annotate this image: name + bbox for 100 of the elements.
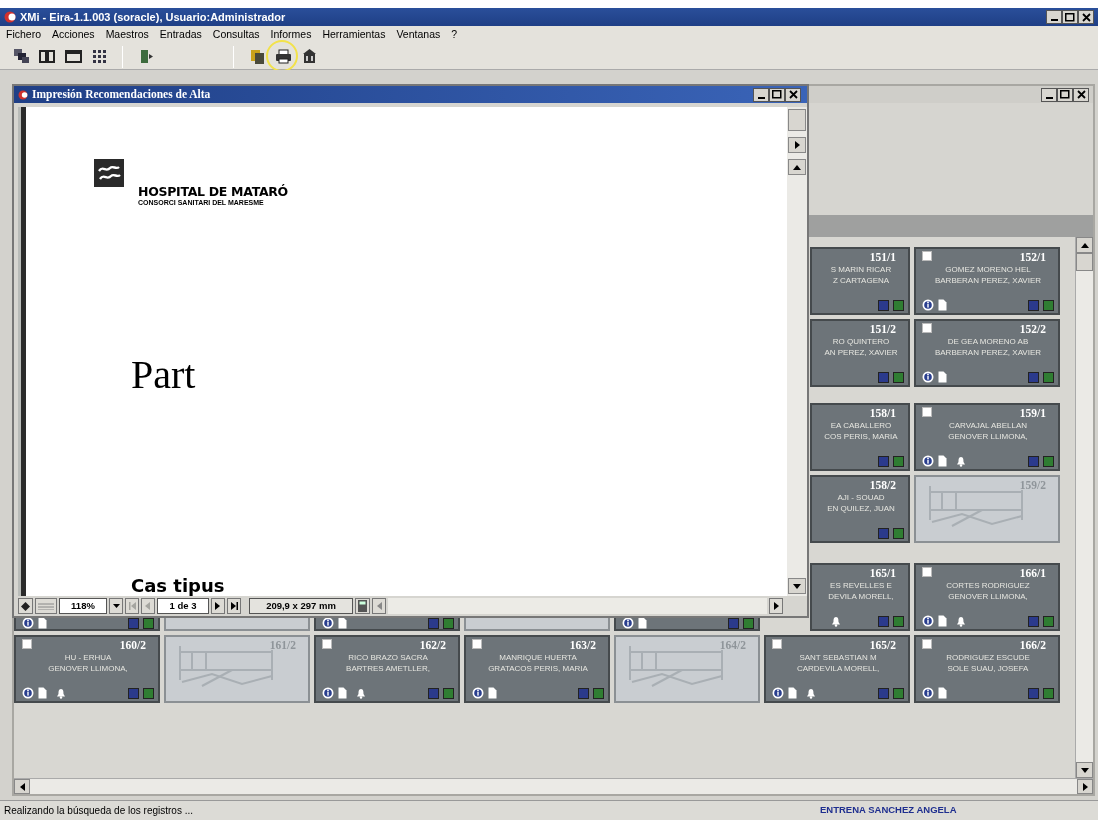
zoom-field[interactable]: 118% <box>59 598 107 614</box>
close-button[interactable] <box>1078 10 1094 24</box>
maximize-button[interactable] <box>769 87 785 102</box>
bed-card[interactable]: 165/1 ES REVELLES E DEVILA MORELL, <box>810 563 910 631</box>
menu-item[interactable]: Informes <box>270 27 312 43</box>
bed-card[interactable]: 151/2 RO QUINTERO AN PEREZ, XAVIER <box>810 319 910 387</box>
document-icon <box>638 618 647 629</box>
bed-card[interactable]: 165/2 SANT SEBASTIAN M CARDEVILA MORELL, <box>764 635 910 703</box>
maximize-button[interactable] <box>1057 87 1073 102</box>
menu-item[interactable]: Acciones <box>52 27 95 43</box>
info-icon <box>472 687 484 699</box>
indicator-square <box>1028 615 1039 627</box>
checkbox[interactable] <box>922 639 932 649</box>
bed-card[interactable]: 158/2 AJI - SOUAD EN QUILEZ, JUAN <box>810 475 910 543</box>
patient-name: DEVILA MORELL, <box>827 591 895 602</box>
bed-number: 160/2 <box>119 639 146 652</box>
info-icon <box>922 615 934 627</box>
scroll-down-button[interactable] <box>1076 762 1093 778</box>
checkbox[interactable] <box>22 639 32 649</box>
checkbox[interactable] <box>922 407 932 417</box>
bed-number: 158/2 <box>869 479 896 492</box>
minimize-button[interactable] <box>1041 87 1057 102</box>
minimize-button[interactable] <box>1046 10 1062 24</box>
scroll-down-button[interactable] <box>788 578 806 594</box>
checkbox[interactable] <box>922 251 932 261</box>
patient-name: DE GEA MORENO AB <box>946 336 1030 347</box>
bed-card[interactable] <box>614 618 760 631</box>
bed-number: 151/2 <box>869 323 896 336</box>
last-page-button[interactable] <box>227 598 241 614</box>
minimize-button[interactable] <box>753 87 769 102</box>
indicator-square <box>878 456 889 467</box>
checkbox[interactable] <box>472 639 482 649</box>
patient-name: ES REVELLES E <box>829 580 893 591</box>
bed-card[interactable]: 160/2 HU - ERHUA GENOVER LLIMONA, <box>14 635 160 703</box>
checkbox[interactable] <box>772 639 782 649</box>
menu-item[interactable]: Entradas <box>159 27 202 43</box>
checkbox[interactable] <box>922 567 932 577</box>
bed-card[interactable] <box>314 618 460 631</box>
indicator-square <box>128 618 139 629</box>
maximize-button[interactable] <box>1062 10 1078 24</box>
scroll-right-button[interactable] <box>788 137 806 153</box>
maximize-icon <box>1065 12 1075 22</box>
bed-card[interactable]: 158/1 EA CABALLERO COS PERIS, MARIA <box>810 403 910 471</box>
menu-item[interactable]: Herramientas <box>322 27 386 43</box>
document-icon <box>938 299 947 311</box>
info-icon <box>22 687 34 699</box>
document-subheading: Cas tipus <box>131 576 226 596</box>
bed-number: 152/1 <box>1019 251 1046 264</box>
menu-item[interactable]: Fichero <box>6 27 41 43</box>
bed-card[interactable] <box>14 618 160 631</box>
patient-name: CARDEVILA MORELL, <box>795 663 881 674</box>
scroll-thumb[interactable] <box>1076 253 1093 271</box>
scroll-right-button[interactable] <box>769 598 783 614</box>
previous-icon <box>144 602 152 610</box>
bed-card[interactable]: 159/1 CARVAJAL ABELLAN GENOVER LLIMONA, <box>914 403 1060 471</box>
next-button[interactable] <box>211 598 225 614</box>
minimize-icon <box>757 96 765 99</box>
scroll-up-button[interactable] <box>1076 237 1093 253</box>
page-field[interactable]: 1 de 3 <box>157 598 209 614</box>
document-icon <box>38 687 47 699</box>
scroll-up-button[interactable] <box>788 159 806 175</box>
bed-card[interactable]: 163/2 MANRIQUE HUERTA GRATACOS PERIS, MARIA <box>464 635 610 703</box>
menu-item[interactable]: Maestros <box>105 27 149 43</box>
bed-card[interactable]: 166/2 RODRIGUEZ ESCUDE SOLE SUAU, JOSEFA <box>914 635 1060 703</box>
checkbox[interactable] <box>922 323 932 333</box>
bed-card[interactable]: 166/1 CORTES RODRIGUEZ GENOVER LLIMONA, <box>914 563 1060 631</box>
document-icon <box>938 371 947 383</box>
checkbox[interactable] <box>322 639 332 649</box>
indicator-square <box>443 687 454 699</box>
bed-card[interactable]: 151/1 S MARIN RICAR Z CARTAGENA <box>810 247 910 315</box>
bed-number: 151/1 <box>869 251 896 264</box>
right-arrow-icon <box>1082 782 1088 791</box>
calculator-button[interactable] <box>355 598 370 614</box>
menu-item[interactable]: Ventanas <box>396 27 441 43</box>
patient-name: GENOVER LLIMONA, <box>47 663 129 674</box>
patient-name: HU - ERHUA <box>63 652 113 663</box>
app-icon <box>18 89 28 100</box>
info-icon <box>922 371 934 383</box>
bed-number: 165/2 <box>869 639 896 652</box>
down-arrow-icon <box>1080 767 1089 773</box>
scroll-right-button[interactable] <box>1077 779 1093 794</box>
menu-item[interactable]: Consultas <box>212 27 260 43</box>
bed-card[interactable]: 152/2 DE GEA MORENO AB BARBERAN PEREZ, XAVIER <box>914 319 1060 387</box>
dropdown-button[interactable] <box>109 598 123 614</box>
indicator-square <box>893 616 904 627</box>
patient-name: SOLE SUAU, JOSEFA <box>946 663 1030 674</box>
bed-number: 159/2 <box>1019 479 1046 492</box>
scroll-left-button[interactable] <box>14 779 30 794</box>
bed-card[interactable]: 162/2 RICO BRAZO SACRA BARTRES AMETLLER, <box>314 635 460 703</box>
indicator-square <box>1043 687 1054 699</box>
indicator-square <box>878 687 889 699</box>
fit-button[interactable] <box>18 598 33 614</box>
menu-item[interactable]: ? <box>451 27 458 43</box>
bed-card[interactable]: 152/1 GOMEZ MORENO HEL BARBERAN PEREZ, XAVIER <box>914 247 1060 315</box>
close-button[interactable] <box>1073 87 1089 102</box>
close-button[interactable] <box>785 87 801 102</box>
scroll-thumb[interactable] <box>788 109 806 131</box>
documents-icon <box>248 48 266 65</box>
bed-number: 159/1 <box>1019 407 1046 420</box>
close-icon <box>1076 90 1086 99</box>
